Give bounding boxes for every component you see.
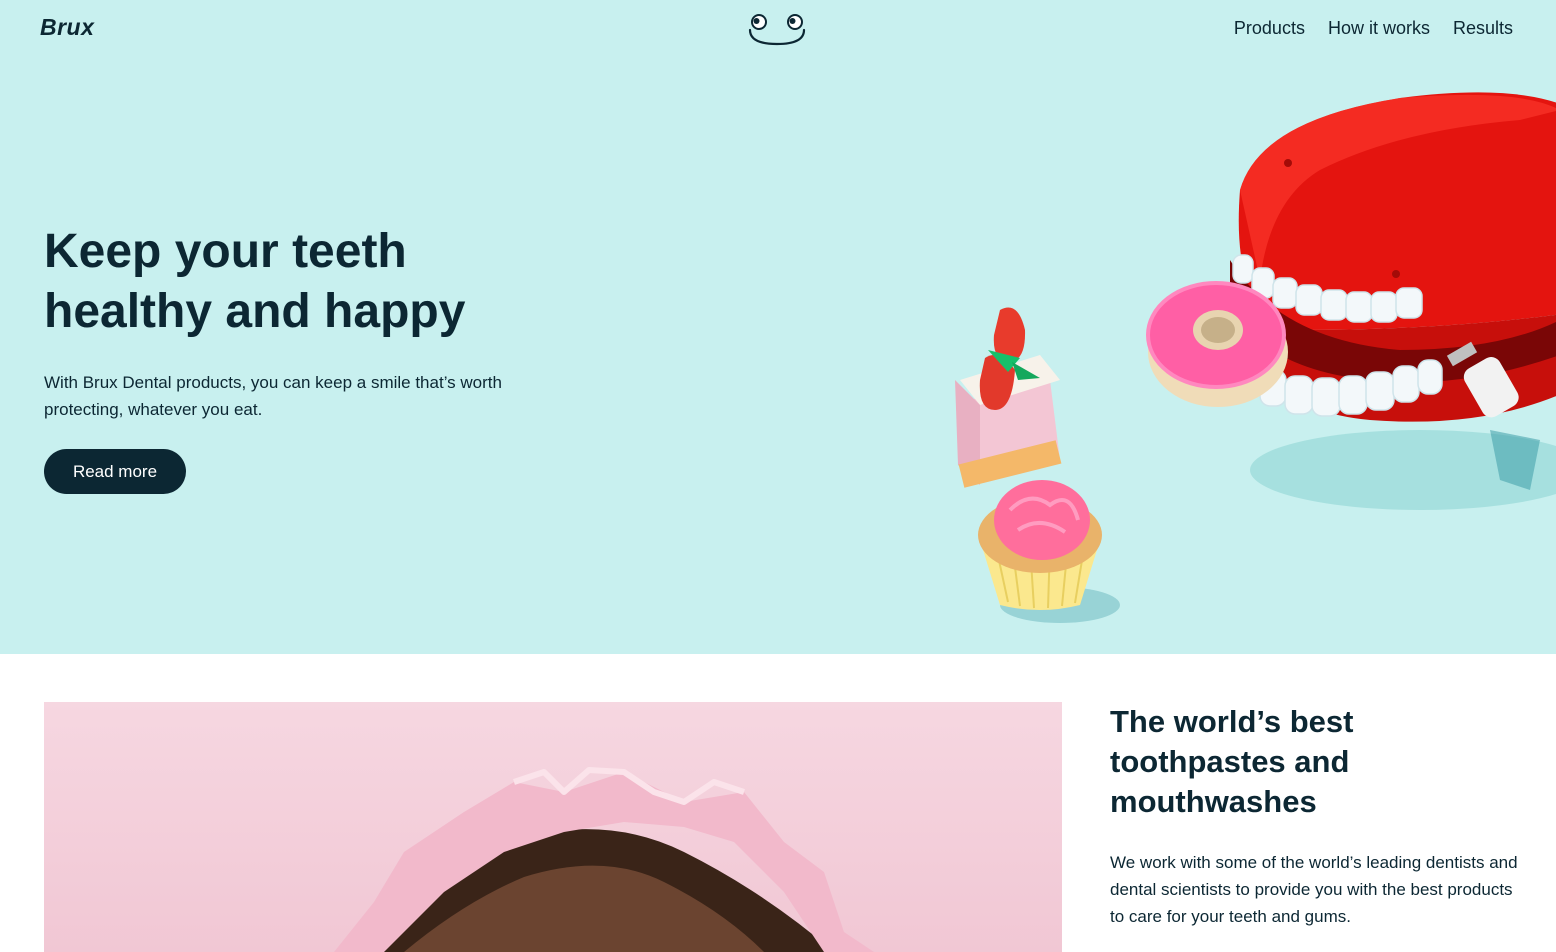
chattering-teeth-toy xyxy=(1230,92,1556,510)
hero-photo-toy-teeth-and-sweets xyxy=(955,92,1556,623)
right-pupil xyxy=(789,18,796,24)
top-navigation: Brux Products How it works Results xyxy=(0,0,1556,60)
strawberry-cake-toy xyxy=(955,307,1062,488)
nav-how-it-works[interactable]: How it works xyxy=(1328,18,1430,39)
hero-description: With Brux Dental products, you can keep … xyxy=(44,373,502,419)
smile-mouth xyxy=(748,28,806,46)
donut-toy xyxy=(1146,281,1288,407)
smiley-face-icon[interactable] xyxy=(746,10,808,50)
nav-products[interactable]: Products xyxy=(1234,18,1305,39)
section-title: The world’s best toothpastes and mouthwa… xyxy=(1110,704,1354,819)
read-more-button[interactable]: Read more xyxy=(44,449,186,494)
nav-results[interactable]: Results xyxy=(1453,18,1513,39)
cupcake-toy xyxy=(978,480,1120,623)
section-description: We work with some of the world’s leading… xyxy=(1110,853,1518,926)
nav-links: Products How it works Results xyxy=(1234,18,1513,39)
left-pupil xyxy=(753,18,760,24)
brand-logo[interactable]: Brux xyxy=(40,14,94,41)
torn-paper-illustration xyxy=(44,702,1062,952)
hero-title: Keep your teeth healthy and happy xyxy=(44,225,466,338)
hero-section: Brux Products How it works Results Keep … xyxy=(0,0,1556,654)
pink-paper-face-photo xyxy=(44,702,1062,952)
